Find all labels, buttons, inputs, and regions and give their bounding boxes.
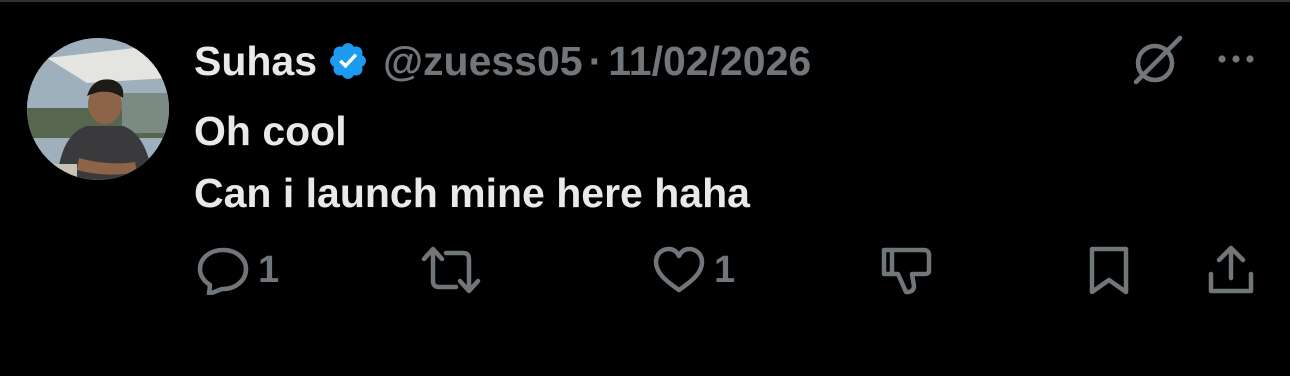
verified-badge-icon [327,40,369,82]
grok-icon[interactable] [1130,34,1184,88]
reply-button[interactable]: 1 [196,242,279,298]
bookmark-icon [1089,246,1129,295]
heart-icon [653,246,705,293]
like-count: 1 [714,248,736,291]
header-separator: · [588,37,603,84]
post-date[interactable]: 11/02/2026 [608,38,811,85]
like-button[interactable]: 1 [652,242,735,298]
post-header: Suhas @zuess05 · 11/02/2026 [194,36,811,86]
share-icon [1208,245,1254,294]
repost-icon [421,246,481,294]
post-text-line: Can i launch mine here haha [194,170,750,216]
avatar[interactable] [27,38,169,180]
dislike-button[interactable] [880,242,934,298]
more-options-icon[interactable] [1214,46,1258,72]
top-divider [0,0,1290,2]
reply-count: 1 [258,248,280,291]
thumbs-down-icon [881,247,932,295]
action-bar: 1 1 [0,242,1290,298]
post-text: Oh cool Can i launch mine here haha [194,100,750,224]
author-name[interactable]: Suhas [194,38,317,85]
bookmark-button[interactable] [1086,242,1132,298]
share-button[interactable] [1206,242,1256,298]
post-text-line: Oh cool [194,108,347,154]
author-handle[interactable]: @zuess05 [383,38,583,85]
repost-button[interactable] [420,242,482,298]
reply-icon [197,247,249,295]
